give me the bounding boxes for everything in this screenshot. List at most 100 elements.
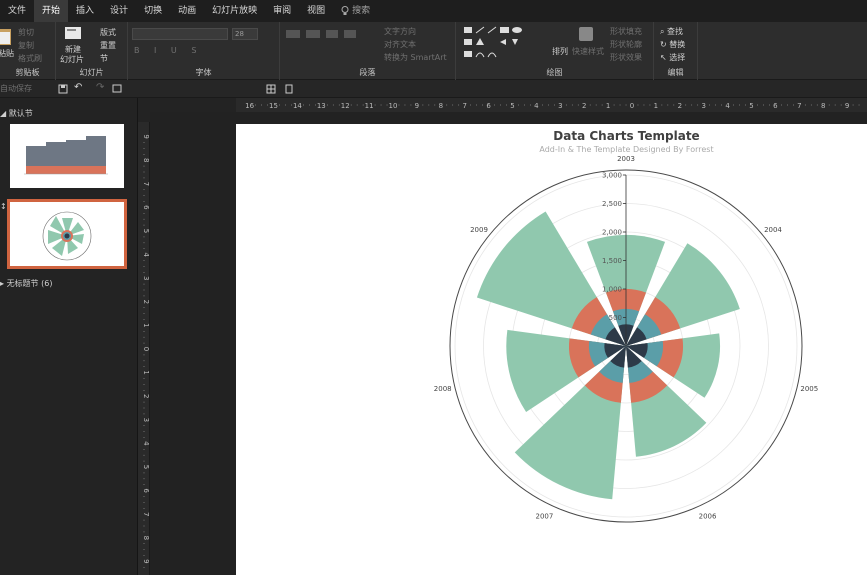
slides-group: 新建 幻灯片 版式 重置 节 幻灯片	[56, 22, 128, 80]
editing-group: ⌕ 查找 ↻ 替换 ↖ 选择 编辑	[654, 22, 698, 80]
slide-2-preview	[42, 211, 92, 261]
vruler-label: 6	[142, 205, 150, 210]
section-default-label: 默认节	[8, 109, 33, 118]
redo-icon[interactable]: ↷	[96, 82, 104, 93]
slide-thumbnail-2[interactable]	[7, 199, 127, 269]
select-button[interactable]: ↖ 选择	[660, 52, 685, 63]
section-untitled[interactable]: ▸ 无标题节 (6)	[0, 278, 52, 289]
lightbulb-icon	[341, 6, 349, 15]
hruler-label: 1	[606, 102, 610, 110]
drawing-group: 排列 快速样式 形状填充 形状轮廓 形状效果 绘图	[456, 22, 654, 80]
replace-button[interactable]: ↻ 替换	[660, 39, 685, 50]
hruler-label: 12	[341, 102, 350, 110]
category-label: 2009	[470, 226, 488, 234]
slides-pane: ◢ 默认节 ↕ ▸ 无标题节 (6)	[0, 98, 138, 575]
vruler-label: 9	[142, 559, 150, 563]
find-button[interactable]: ⌕ 查找	[660, 26, 683, 37]
tab-6[interactable]: 幻灯片放映	[204, 0, 265, 22]
slide-thumbnail-1[interactable]	[10, 124, 124, 188]
layout-button[interactable]: 版式	[100, 27, 116, 38]
undo-icon[interactable]: ↶	[74, 82, 82, 93]
hruler-label: 11	[365, 102, 374, 110]
clipboard-group-label: 剪贴板	[15, 68, 40, 77]
vruler-label: 3	[142, 276, 150, 280]
arrange-button[interactable]: 排列	[552, 46, 568, 57]
ribbon-tab-bar: 文件 开始 插入 设计 切换 动画 幻灯片放映 审阅 视图 搜索	[0, 0, 867, 22]
format-painter-button[interactable]: 格式刷	[18, 53, 42, 64]
paste-icon[interactable]	[0, 26, 12, 46]
hruler-label: 6	[486, 102, 491, 110]
vertical-ruler-ticks: 9 8 7 6 5 4 3 2 1 0 1 2 3 4 5 6 7 8 9	[142, 134, 150, 568]
copy-button[interactable]: 复制	[18, 40, 34, 51]
vruler-label: 3	[142, 418, 150, 422]
vruler-label: 4	[142, 252, 150, 257]
vertical-ruler: 9 8 7 6 5 4 3 2 1 0 1 2 3 4 5 6 7 8 9	[138, 122, 150, 575]
text-direction-button[interactable]: 文字方向	[384, 26, 416, 37]
save-icon[interactable]	[58, 84, 68, 94]
radial-tick-label: 3,000	[602, 172, 622, 180]
search-label: 搜索	[352, 6, 371, 16]
clipboard-group: 粘贴 剪切 复制 格式刷 剪贴板	[0, 22, 56, 80]
hruler-label: 2	[582, 102, 586, 110]
search-box[interactable]: 搜索	[333, 0, 378, 22]
align-text-button[interactable]: 对齐文本	[384, 39, 416, 50]
tab-3[interactable]: 设计	[102, 0, 136, 22]
quick-styles-button[interactable]: 快速样式	[572, 46, 604, 57]
paragraph-group: 文字方向 对齐文本 转换为 SmartArt 段落	[280, 22, 456, 80]
quick-styles-icon[interactable]	[578, 26, 594, 42]
slideshow-icon[interactable]	[112, 84, 122, 94]
shapes-gallery-icon[interactable]	[462, 25, 538, 61]
vruler-label: 7	[142, 512, 150, 516]
font-style-buttons[interactable]: B I U S	[134, 46, 202, 55]
quick-access-toolbar: 自动保存 ↶ ↷	[0, 80, 867, 98]
tab-8[interactable]: 视图	[299, 0, 333, 22]
autosave-label[interactable]: 自动保存	[0, 83, 32, 94]
tab-5[interactable]: 动画	[170, 0, 204, 22]
new-slide-label-2[interactable]: 幻灯片	[60, 54, 84, 65]
font-size-dropdown[interactable]: 28	[232, 28, 258, 40]
category-label: 2007	[536, 512, 554, 520]
hruler-label: 10	[389, 102, 398, 110]
vruler-label: 1	[142, 370, 150, 374]
shape-outline-button[interactable]: 形状轮廓	[610, 39, 642, 50]
hruler-label: 5	[510, 102, 514, 110]
smartart-button[interactable]: 转换为 SmartArt	[384, 52, 447, 63]
section-default[interactable]: ◢ 默认节	[0, 108, 33, 119]
reset-button[interactable]: 重置	[100, 40, 116, 51]
tab-7[interactable]: 审阅	[265, 0, 299, 22]
slide-1-preview	[24, 136, 108, 175]
slide-editor[interactable]: Data Charts Template Add-In & The Templa…	[236, 124, 867, 575]
tab-4[interactable]: 切换	[136, 0, 170, 22]
drawing-group-label: 绘图	[546, 68, 563, 77]
paste-button[interactable]: 粘贴	[0, 48, 14, 59]
tab-2[interactable]: 插入	[68, 0, 102, 22]
vruler-label: 4	[142, 441, 150, 446]
radial-tick-label: 500	[609, 314, 622, 322]
replace-label: 替换	[669, 40, 686, 49]
font-family-dropdown[interactable]	[132, 28, 228, 40]
ribbon: 粘贴 剪切 复制 格式刷 剪贴板 新建 幻灯片 版式 重置 节 幻灯片 28 B…	[0, 22, 867, 80]
section-button[interactable]: 节	[100, 53, 108, 64]
tab-0[interactable]: 文件	[0, 0, 34, 22]
vruler-label: 8	[142, 158, 150, 162]
hruler-label: 7	[797, 102, 801, 110]
hruler-label: 8	[821, 102, 825, 110]
new-slide-icon[interactable]	[64, 25, 82, 41]
vruler-label: 5	[142, 229, 150, 233]
category-label: 2004	[764, 226, 782, 234]
hruler-label: 9	[845, 102, 849, 110]
find-label: 查找	[667, 27, 684, 36]
cut-button[interactable]: 剪切	[18, 27, 34, 38]
table-icon[interactable]	[266, 84, 276, 94]
font-group-label: 字体	[195, 68, 212, 77]
list-buttons-icon[interactable]	[286, 28, 376, 40]
vruler-label: 9	[142, 134, 150, 138]
document-icon[interactable]	[284, 84, 294, 94]
shape-fill-button[interactable]: 形状填充	[610, 26, 642, 37]
tab-1[interactable]: 开始	[34, 0, 69, 22]
horizontal-ruler-ticks: 16 15 14 13 12 11 10 9 8 7 6 5 4 3 2 1 0 1 2 3 4 5 6 7 8 9	[245, 102, 860, 110]
shape-effects-button[interactable]: 形状效果	[610, 52, 642, 63]
vruler-label: 1	[142, 323, 150, 327]
hruler-label: 5	[749, 102, 753, 110]
hruler-label: 8	[439, 102, 443, 110]
